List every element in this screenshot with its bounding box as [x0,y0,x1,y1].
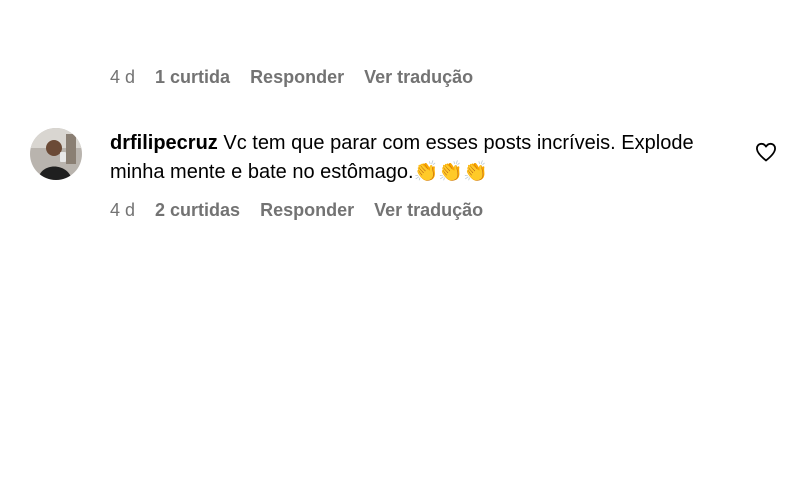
like-count[interactable]: 2 curtidas [155,200,240,221]
comment-time: 4 d [110,199,136,220]
comment-time: 4 d [110,66,136,87]
comment-username[interactable]: drfilipecruz [110,132,218,154]
avatar[interactable] [30,128,82,180]
comment-body: drfilipecruz Vc tem que parar com esses … [110,129,730,187]
previous-comment-meta: 4 d 1 curtida Responder Ver tradução [110,65,493,89]
reply-button[interactable]: Responder [260,200,354,221]
see-translation-button[interactable]: Ver tradução [364,67,473,88]
comment-meta: 4 d 2 curtidas Responder Ver tradução [110,198,503,222]
like-count[interactable]: 1 curtida [155,67,230,88]
see-translation-button[interactable]: Ver tradução [374,200,483,221]
avatar-image [30,128,82,180]
reply-button[interactable]: Responder [250,67,344,88]
heart-icon[interactable] [754,140,778,164]
